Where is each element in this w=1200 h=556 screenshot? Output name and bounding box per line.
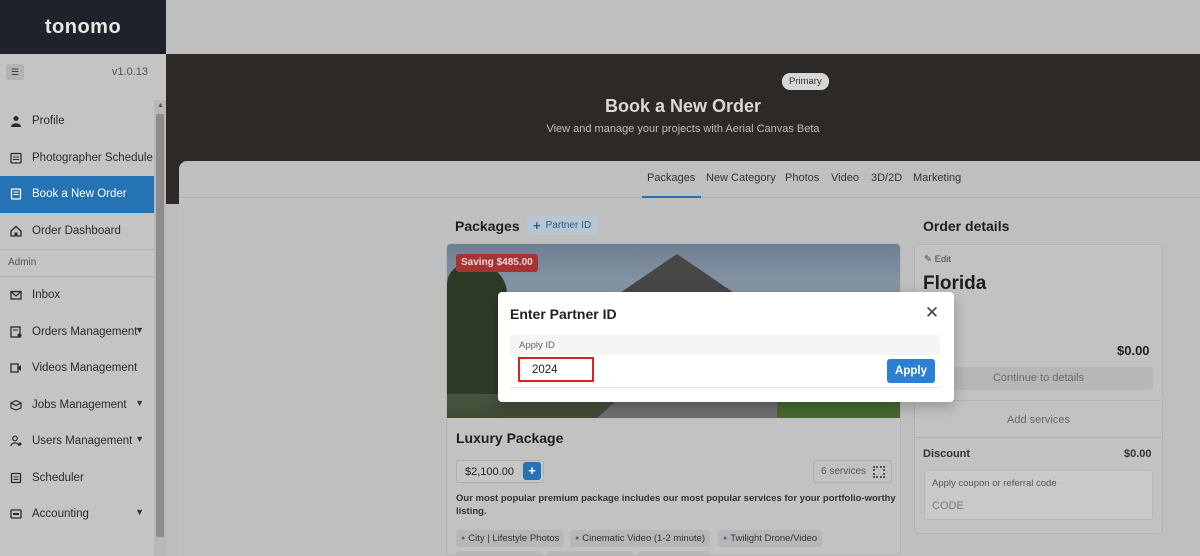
chevron-down-icon[interactable]: ▼: [135, 325, 144, 335]
partner-id-button[interactable]: + Partner ID: [527, 216, 598, 235]
scheduler-icon: [9, 471, 23, 485]
feature-chip: Cinematic Video (1-2 minute): [570, 530, 711, 547]
partner-id-modal: Enter Partner ID ✕ Apply ID Apply: [498, 292, 954, 402]
page-subtitle: View and manage your projects with Aeria…: [546, 123, 820, 135]
sidebar-item-label: Orders Management: [32, 325, 138, 338]
edit-label: Edit: [934, 254, 951, 265]
continue-to-details-button[interactable]: Continue to details: [924, 367, 1153, 390]
sidebar-item-order-dashboard[interactable]: Order Dashboard: [0, 213, 154, 250]
edit-location-button[interactable]: ✎ Edit: [924, 254, 951, 265]
sidebar-item-label: Order Dashboard: [32, 224, 121, 237]
tab-marketing[interactable]: Marketing: [913, 172, 961, 184]
scrollbar-thumb[interactable]: [156, 114, 164, 537]
sidebar-item-inbox[interactable]: Inbox: [0, 277, 154, 314]
apply-id-label-row: Apply ID: [510, 335, 940, 355]
apply-id-input[interactable]: [518, 357, 594, 382]
sidebar-item-photographer-schedule[interactable]: Photographer Schedule: [0, 140, 154, 177]
sidebar-item-users-management[interactable]: Users Management ▼: [0, 423, 154, 460]
order-total: $0.00: [1117, 343, 1150, 358]
primary-badge: Primary: [782, 73, 829, 90]
apply-button[interactable]: Apply: [887, 359, 935, 383]
home-icon: [9, 224, 23, 238]
sidebar-scrollbar[interactable]: ▲: [154, 100, 166, 556]
sidebar-item-label: Inbox: [32, 289, 61, 302]
tab-packages[interactable]: Packages: [647, 172, 695, 184]
collapse-sidebar-icon[interactable]: ☰: [6, 64, 24, 80]
coupon-input[interactable]: CODE: [932, 500, 964, 512]
partner-id-label: Partner ID: [545, 220, 592, 231]
order-details-heading: Order details: [923, 218, 1010, 234]
sidebar-item-label: Book a New Order: [32, 188, 127, 201]
jobs-icon: [9, 398, 23, 412]
packages-heading: Packages: [455, 218, 520, 234]
sidebar-item-label: Jobs Management: [32, 398, 127, 411]
calendar-icon: [9, 151, 23, 165]
chevron-down-icon[interactable]: ▼: [135, 398, 144, 408]
sidebar-item-accounting[interactable]: Accounting ▼: [0, 496, 154, 533]
feature-chip: [638, 551, 710, 555]
feature-chip: [456, 551, 542, 555]
qr-grid-icon: [873, 466, 885, 478]
chevron-down-icon[interactable]: ▼: [135, 434, 144, 444]
version-row: ☰ v1.0.13: [0, 54, 166, 90]
sidebar-nav: Profile Photographer Schedule Book a New…: [0, 103, 154, 533]
sidebar-item-label: Photographer Schedule: [32, 151, 153, 164]
coupon-label: Apply coupon or referral code: [932, 478, 1057, 489]
package-description: Our most popular premium package include…: [456, 493, 896, 517]
pencil-icon: ✎: [924, 254, 932, 265]
video-icon: [9, 361, 23, 375]
modal-title: Enter Partner ID: [510, 306, 617, 322]
scroll-up-icon[interactable]: ▲: [157, 102, 164, 109]
feature-chip: City | Lifestyle Photos: [456, 530, 565, 547]
app-version: v1.0.13: [111, 66, 148, 78]
users-icon: [9, 434, 23, 448]
sidebar-item-label: Videos Management: [32, 362, 138, 375]
sidebar-item-videos-management[interactable]: Videos Management: [0, 350, 154, 387]
sidebar-item-orders-management[interactable]: Orders Management ▼: [0, 314, 154, 351]
chevron-down-icon[interactable]: ▼: [135, 507, 144, 517]
tab-3d-2d[interactable]: 3D/2D: [871, 172, 902, 184]
apply-id-field: [510, 355, 940, 388]
page-title: Book a New Order: [604, 96, 762, 116]
close-icon[interactable]: ✕: [922, 303, 942, 323]
tab-photos[interactable]: Photos: [785, 172, 819, 184]
sidebar-item-profile[interactable]: Profile: [0, 103, 154, 140]
top-bar: [166, 0, 1200, 54]
sidebar-item-label: Scheduler: [32, 471, 84, 484]
section-admin: Admin: [8, 257, 37, 268]
app-logo[interactable]: tonomo: [45, 16, 121, 39]
sidebar-item-label: Users Management: [32, 435, 133, 448]
add-services-button[interactable]: Add services: [914, 414, 1163, 426]
book-icon: [9, 187, 23, 201]
sidebar-item-jobs-management[interactable]: Jobs Management ▼: [0, 387, 154, 424]
plus-icon: +: [533, 218, 541, 233]
saving-badge: Saving $485.00: [456, 254, 538, 272]
accounting-icon: [9, 507, 23, 521]
sidebar-item-label: Profile: [32, 115, 65, 128]
discount-label: Discount: [923, 448, 971, 460]
discount-value: $0.00: [1124, 448, 1152, 460]
person-icon: [9, 114, 23, 128]
logo-bar: tonomo: [0, 0, 166, 54]
add-package-button[interactable]: +: [523, 462, 541, 480]
price-value: $2,100.00: [465, 465, 514, 478]
sidebar-item-book-new-order[interactable]: Book a New Order: [0, 176, 154, 213]
feature-chip: Twilight Drone/Video: [718, 530, 823, 547]
divider: [915, 437, 1162, 438]
apply-id-label: Apply ID: [519, 340, 555, 351]
sidebar-item-label: Accounting: [32, 508, 89, 521]
feature-chip: [547, 551, 633, 555]
orders-icon: [9, 325, 23, 339]
category-tabs: Packages New Category Photos Video 3D/2D…: [179, 161, 1200, 198]
tab-new-category[interactable]: New Category: [706, 172, 776, 184]
services-count: 6 services: [821, 466, 867, 477]
package-title: Luxury Package: [456, 430, 564, 446]
sidebar-item-scheduler[interactable]: Scheduler: [0, 460, 154, 497]
sidebar: tonomo ☰ v1.0.13 Profile Photographer Sc…: [0, 0, 166, 556]
tab-video[interactable]: Video: [831, 172, 859, 184]
active-tab-indicator: [642, 196, 701, 198]
services-chip[interactable]: 6 services: [813, 460, 892, 483]
mail-icon: [9, 288, 23, 302]
